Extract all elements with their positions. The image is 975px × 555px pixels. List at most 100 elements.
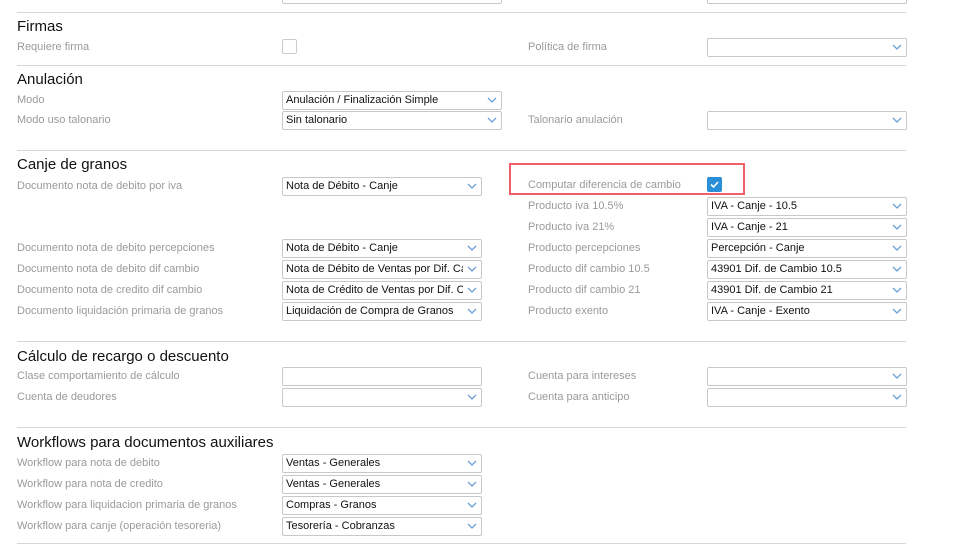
field-label: Producto dif cambio 10.5 [528, 263, 650, 275]
select-value: Liquidación de Compra de Granos [286, 305, 454, 317]
requiere-firma-label: Requiere firma [17, 41, 90, 53]
select-value: Nota de Débito - Canje [286, 180, 398, 192]
chevron-down-icon [892, 223, 902, 231]
field-label: Documento liquidación primaria de granos [17, 305, 224, 317]
select-value: 43901 Dif. de Cambio 10.5 [711, 263, 842, 275]
chevron-down-icon [467, 522, 477, 530]
requiere-firma-checkbox[interactable] [282, 39, 297, 54]
chevron-down-icon [467, 459, 477, 467]
select-value: Compras - Granos [286, 499, 377, 511]
section-canje-title: Canje de granos [17, 156, 128, 173]
section-calculo-title: Cálculo de recargo o descuento [17, 348, 229, 365]
deudores-select[interactable] [282, 388, 482, 407]
top-input-left[interactable] [282, 0, 502, 4]
select-value: Ventas - Generales [286, 478, 381, 490]
divider [17, 427, 906, 428]
check-icon [710, 181, 719, 189]
select-value: Nota de Débito - Canje [286, 242, 398, 254]
divider [17, 543, 906, 544]
clase-input[interactable] [282, 367, 482, 386]
field-select[interactable]: Nota de Débito - Canje [282, 177, 482, 196]
divider [17, 65, 906, 66]
anticipo-label: Cuenta para anticipo [528, 391, 630, 403]
field-select[interactable]: Percepción - Canje [707, 239, 907, 258]
field-label: Producto iva 10.5% [528, 200, 624, 212]
field-select[interactable]: Tesorería - Cobranzas [282, 517, 482, 536]
field-select[interactable]: Ventas - Generales [282, 475, 482, 494]
select-value: IVA - Canje - 21 [711, 221, 788, 233]
chevron-down-icon [892, 244, 902, 252]
computar-checkbox[interactable] [707, 177, 722, 192]
intereses-select[interactable] [707, 367, 907, 386]
chevron-down-icon [487, 116, 497, 124]
modo-label: Modo [17, 94, 45, 106]
chevron-down-icon [467, 244, 477, 252]
field-select[interactable]: Ventas - Generales [282, 454, 482, 473]
field-label: Producto iva 21% [528, 221, 615, 233]
deudores-label: Cuenta de deudores [17, 391, 117, 403]
field-select[interactable]: 43901 Dif. de Cambio 10.5 [707, 260, 907, 279]
field-label: Producto dif cambio 21 [528, 284, 641, 296]
chevron-down-icon [467, 286, 477, 294]
clase-label: Clase comportamiento de cálculo [17, 370, 180, 382]
chevron-down-icon [467, 307, 477, 315]
field-select[interactable]: Liquidación de Compra de Granos [282, 302, 482, 321]
select-value: Tesorería - Cobranzas [286, 520, 395, 532]
talonario-select[interactable] [707, 111, 907, 130]
field-select[interactable]: IVA - Canje - Exento [707, 302, 907, 321]
chevron-down-icon [892, 372, 902, 380]
anticipo-select[interactable] [707, 388, 907, 407]
field-label: Documento nota de debito percepciones [17, 242, 215, 254]
politica-firma-label: Política de firma [528, 41, 607, 53]
politica-firma-select[interactable] [707, 38, 907, 57]
divider [17, 150, 906, 151]
chevron-down-icon [892, 286, 902, 294]
field-label: Documento nota de debito dif cambio [17, 263, 200, 275]
field-label: Documento nota de debito por iva [17, 180, 183, 192]
section-workflows-title: Workflows para documentos auxiliares [17, 434, 274, 451]
field-select[interactable]: IVA - Canje - 21 [707, 218, 907, 237]
divider [17, 12, 906, 13]
top-input-right[interactable] [707, 0, 907, 4]
select-value: Percepción - Canje [711, 242, 805, 254]
section-anulacion-title: Anulación [17, 71, 83, 88]
modo-uso-select[interactable]: Sin talonario [282, 111, 502, 130]
field-label: Workflow para nota de debito [17, 457, 160, 469]
field-select[interactable]: Nota de Débito - Canje [282, 239, 482, 258]
chevron-down-icon [892, 265, 902, 273]
chevron-down-icon [892, 43, 902, 51]
field-label: Workflow para canje (operación tesoreria… [17, 520, 221, 532]
chevron-down-icon [892, 393, 902, 401]
select-value: IVA - Canje - Exento [711, 305, 810, 317]
chevron-down-icon [467, 480, 477, 488]
select-value: IVA - Canje - 10.5 [711, 200, 798, 212]
field-label: Producto percepciones [528, 242, 641, 254]
chevron-down-icon [892, 307, 902, 315]
chevron-down-icon [467, 501, 477, 509]
chevron-down-icon [467, 182, 477, 190]
field-select[interactable]: Compras - Granos [282, 496, 482, 515]
chevron-down-icon [467, 265, 477, 273]
divider [17, 341, 906, 342]
field-select[interactable]: IVA - Canje - 10.5 [707, 197, 907, 216]
field-label: Producto exento [528, 305, 609, 317]
field-select[interactable]: Nota de Crédito de Ventas por Dif. C: [282, 281, 482, 300]
select-value: 43901 Dif. de Cambio 21 [711, 284, 833, 296]
section-firmas-title: Firmas [17, 18, 63, 35]
chevron-down-icon [467, 393, 477, 401]
chevron-down-icon [487, 96, 497, 104]
computar-label: Computar diferencia de cambio [528, 179, 681, 191]
field-select[interactable]: 43901 Dif. de Cambio 21 [707, 281, 907, 300]
field-select[interactable]: Nota de Débito de Ventas por Dif. Ca [282, 260, 482, 279]
select-value: Nota de Débito de Ventas por Dif. Ca [286, 263, 463, 275]
select-value: Ventas - Generales [286, 457, 381, 469]
field-label: Workflow para nota de credito [17, 478, 163, 490]
select-value: Nota de Crédito de Ventas por Dif. C: [286, 284, 463, 296]
modo-select[interactable]: Anulación / Finalización Simple [282, 91, 502, 110]
chevron-down-icon [892, 116, 902, 124]
chevron-down-icon [892, 202, 902, 210]
field-label: Documento nota de credito dif cambio [17, 284, 203, 296]
field-label: Workflow para liquidacion primaria de gr… [17, 499, 237, 511]
talonario-label: Talonario anulación [528, 114, 623, 126]
modo-uso-label: Modo uso talonario [17, 114, 111, 126]
